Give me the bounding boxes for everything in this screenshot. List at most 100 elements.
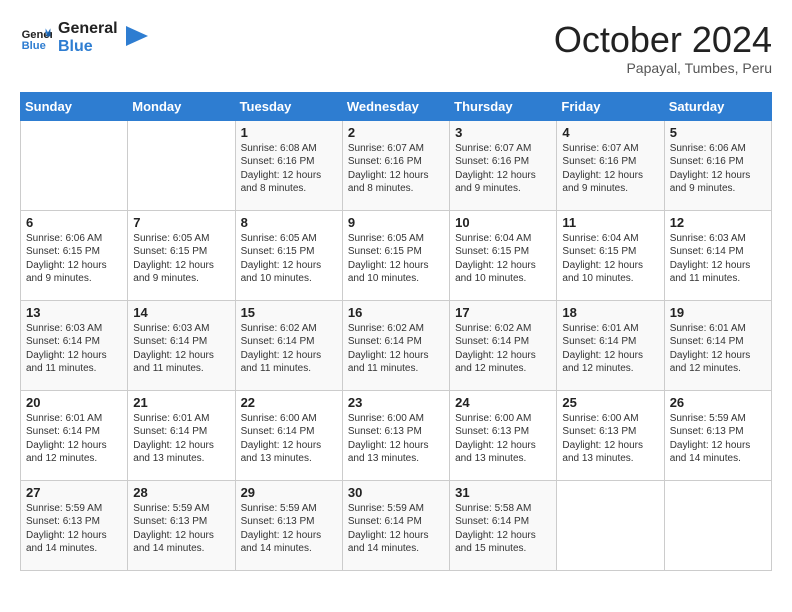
day-number: 26 xyxy=(670,395,766,410)
day-number: 31 xyxy=(455,485,551,500)
cell-info: Sunrise: 5:59 AM Sunset: 6:13 PM Dayligh… xyxy=(670,412,766,466)
calendar-cell: 29 Sunrise: 5:59 AM Sunset: 6:13 PM Dayli… xyxy=(235,480,342,570)
calendar-cell: 26 Sunrise: 5:59 AM Sunset: 6:13 PM Dayli… xyxy=(664,390,771,480)
header-day: Wednesday xyxy=(342,92,449,120)
day-number: 1 xyxy=(241,125,337,140)
cell-info: Sunrise: 6:01 AM Sunset: 6:14 PM Dayligh… xyxy=(562,322,658,376)
cell-info: Sunrise: 6:00 AM Sunset: 6:13 PM Dayligh… xyxy=(562,412,658,466)
day-number: 10 xyxy=(455,215,551,230)
day-number: 2 xyxy=(348,125,444,140)
title-block: October 2024 Papayal, Tumbes, Peru xyxy=(554,20,772,76)
cell-info: Sunrise: 6:00 AM Sunset: 6:14 PM Dayligh… xyxy=(241,412,337,466)
calendar-cell: 12 Sunrise: 6:03 AM Sunset: 6:14 PM Dayli… xyxy=(664,210,771,300)
header-day: Saturday xyxy=(664,92,771,120)
day-number: 27 xyxy=(26,485,122,500)
calendar-week-row: 20 Sunrise: 6:01 AM Sunset: 6:14 PM Dayli… xyxy=(21,390,772,480)
header-day: Sunday xyxy=(21,92,128,120)
day-number: 7 xyxy=(133,215,229,230)
cell-info: Sunrise: 6:02 AM Sunset: 6:14 PM Dayligh… xyxy=(348,322,444,376)
calendar-cell xyxy=(128,120,235,210)
cell-info: Sunrise: 6:06 AM Sunset: 6:15 PM Dayligh… xyxy=(26,232,122,286)
day-number: 9 xyxy=(348,215,444,230)
cell-info: Sunrise: 5:59 AM Sunset: 6:13 PM Dayligh… xyxy=(26,502,122,556)
month-title: October 2024 xyxy=(554,20,772,60)
calendar-cell: 15Sunrise: 6:02 AM Sunset: 6:14 PM Dayli… xyxy=(235,300,342,390)
day-number: 19 xyxy=(670,305,766,320)
logo: General Blue General Blue xyxy=(20,20,148,57)
calendar-cell: 17 Sunrise: 6:02 AM Sunset: 6:14 PM Dayli… xyxy=(450,300,557,390)
calendar-table: SundayMondayTuesdayWednesdayThursdayFrid… xyxy=(20,92,772,571)
cell-info: Sunrise: 6:05 AM Sunset: 6:15 PM Dayligh… xyxy=(241,232,337,286)
calendar-body: 1 Sunrise: 6:08 AM Sunset: 6:16 PM Daylig… xyxy=(21,120,772,570)
header-row: SundayMondayTuesdayWednesdayThursdayFrid… xyxy=(21,92,772,120)
day-number: 11 xyxy=(562,215,658,230)
calendar-cell: 22 Sunrise: 6:00 AM Sunset: 6:14 PM Dayli… xyxy=(235,390,342,480)
calendar-week-row: 1 Sunrise: 6:08 AM Sunset: 6:16 PM Daylig… xyxy=(21,120,772,210)
calendar-week-row: 27 Sunrise: 5:59 AM Sunset: 6:13 PM Dayli… xyxy=(21,480,772,570)
day-number: 17 xyxy=(455,305,551,320)
calendar-cell: 9 Sunrise: 6:05 AM Sunset: 6:15 PM Daylig… xyxy=(342,210,449,300)
day-number: 21 xyxy=(133,395,229,410)
calendar-cell: 31 Sunrise: 5:58 AM Sunset: 6:14 PM Dayli… xyxy=(450,480,557,570)
calendar-cell: 18 Sunrise: 6:01 AM Sunset: 6:14 PM Dayli… xyxy=(557,300,664,390)
day-number: 24 xyxy=(455,395,551,410)
cell-info: Sunrise: 6:04 AM Sunset: 6:15 PM Dayligh… xyxy=(562,232,658,286)
calendar-cell: 3Sunrise: 6:07 AM Sunset: 6:16 PM Daylig… xyxy=(450,120,557,210)
calendar-cell: 5 Sunrise: 6:06 AM Sunset: 6:16 PM Daylig… xyxy=(664,120,771,210)
cell-info: Sunrise: 6:05 AM Sunset: 6:15 PM Dayligh… xyxy=(133,232,229,286)
cell-info: Sunrise: 6:03 AM Sunset: 6:14 PM Dayligh… xyxy=(670,232,766,286)
cell-info: Sunrise: 5:59 AM Sunset: 6:13 PM Dayligh… xyxy=(241,502,337,556)
calendar-cell xyxy=(664,480,771,570)
day-number: 30 xyxy=(348,485,444,500)
cell-info: Sunrise: 6:06 AM Sunset: 6:16 PM Dayligh… xyxy=(670,142,766,196)
cell-info: Sunrise: 6:04 AM Sunset: 6:15 PM Dayligh… xyxy=(455,232,551,286)
cell-info: Sunrise: 6:07 AM Sunset: 6:16 PM Dayligh… xyxy=(562,142,658,196)
calendar-cell: 1 Sunrise: 6:08 AM Sunset: 6:16 PM Daylig… xyxy=(235,120,342,210)
cell-info: Sunrise: 6:03 AM Sunset: 6:14 PM Dayligh… xyxy=(133,322,229,376)
calendar-cell: 20Sunrise: 6:01 AM Sunset: 6:14 PM Dayli… xyxy=(21,390,128,480)
calendar-cell: 6Sunrise: 6:06 AM Sunset: 6:15 PM Daylig… xyxy=(21,210,128,300)
logo-arrow-icon xyxy=(126,20,148,52)
cell-info: Sunrise: 6:03 AM Sunset: 6:14 PM Dayligh… xyxy=(26,322,122,376)
day-number: 5 xyxy=(670,125,766,140)
day-number: 12 xyxy=(670,215,766,230)
calendar-cell: 23Sunrise: 6:00 AM Sunset: 6:13 PM Dayli… xyxy=(342,390,449,480)
header-day: Thursday xyxy=(450,92,557,120)
day-number: 18 xyxy=(562,305,658,320)
cell-info: Sunrise: 6:00 AM Sunset: 6:13 PM Dayligh… xyxy=(455,412,551,466)
calendar-cell: 10 Sunrise: 6:04 AM Sunset: 6:15 PM Dayli… xyxy=(450,210,557,300)
logo-blue: Blue xyxy=(58,38,118,56)
calendar-cell: 2Sunrise: 6:07 AM Sunset: 6:16 PM Daylig… xyxy=(342,120,449,210)
day-number: 16 xyxy=(348,305,444,320)
day-number: 22 xyxy=(241,395,337,410)
day-number: 20 xyxy=(26,395,122,410)
day-number: 25 xyxy=(562,395,658,410)
calendar-cell: 24 Sunrise: 6:00 AM Sunset: 6:13 PM Dayli… xyxy=(450,390,557,480)
day-number: 14 xyxy=(133,305,229,320)
calendar-cell: 7 Sunrise: 6:05 AM Sunset: 6:15 PM Daylig… xyxy=(128,210,235,300)
calendar-week-row: 6Sunrise: 6:06 AM Sunset: 6:15 PM Daylig… xyxy=(21,210,772,300)
cell-info: Sunrise: 6:05 AM Sunset: 6:15 PM Dayligh… xyxy=(348,232,444,286)
day-number: 15 xyxy=(241,305,337,320)
cell-info: Sunrise: 6:02 AM Sunset: 6:14 PM Dayligh… xyxy=(455,322,551,376)
calendar-cell: 14 Sunrise: 6:03 AM Sunset: 6:14 PM Dayli… xyxy=(128,300,235,390)
header-day: Tuesday xyxy=(235,92,342,120)
cell-info: Sunrise: 6:01 AM Sunset: 6:14 PM Dayligh… xyxy=(133,412,229,466)
calendar-cell: 4 Sunrise: 6:07 AM Sunset: 6:16 PM Daylig… xyxy=(557,120,664,210)
calendar-cell: 16 Sunrise: 6:02 AM Sunset: 6:14 PM Dayli… xyxy=(342,300,449,390)
header-day: Monday xyxy=(128,92,235,120)
day-number: 13 xyxy=(26,305,122,320)
logo-general: General xyxy=(58,20,118,38)
cell-info: Sunrise: 5:58 AM Sunset: 6:14 PM Dayligh… xyxy=(455,502,551,556)
location: Papayal, Tumbes, Peru xyxy=(554,60,772,76)
day-number: 29 xyxy=(241,485,337,500)
page-header: General Blue General Blue October 2024 P… xyxy=(20,20,772,76)
day-number: 23 xyxy=(348,395,444,410)
calendar-cell: 19 Sunrise: 6:01 AM Sunset: 6:14 PM Dayli… xyxy=(664,300,771,390)
cell-info: Sunrise: 6:01 AM Sunset: 6:14 PM Dayligh… xyxy=(670,322,766,376)
cell-info: Sunrise: 5:59 AM Sunset: 6:14 PM Dayligh… xyxy=(348,502,444,556)
day-number: 3 xyxy=(455,125,551,140)
cell-info: Sunrise: 6:08 AM Sunset: 6:16 PM Dayligh… xyxy=(241,142,337,196)
day-number: 28 xyxy=(133,485,229,500)
day-number: 4 xyxy=(562,125,658,140)
